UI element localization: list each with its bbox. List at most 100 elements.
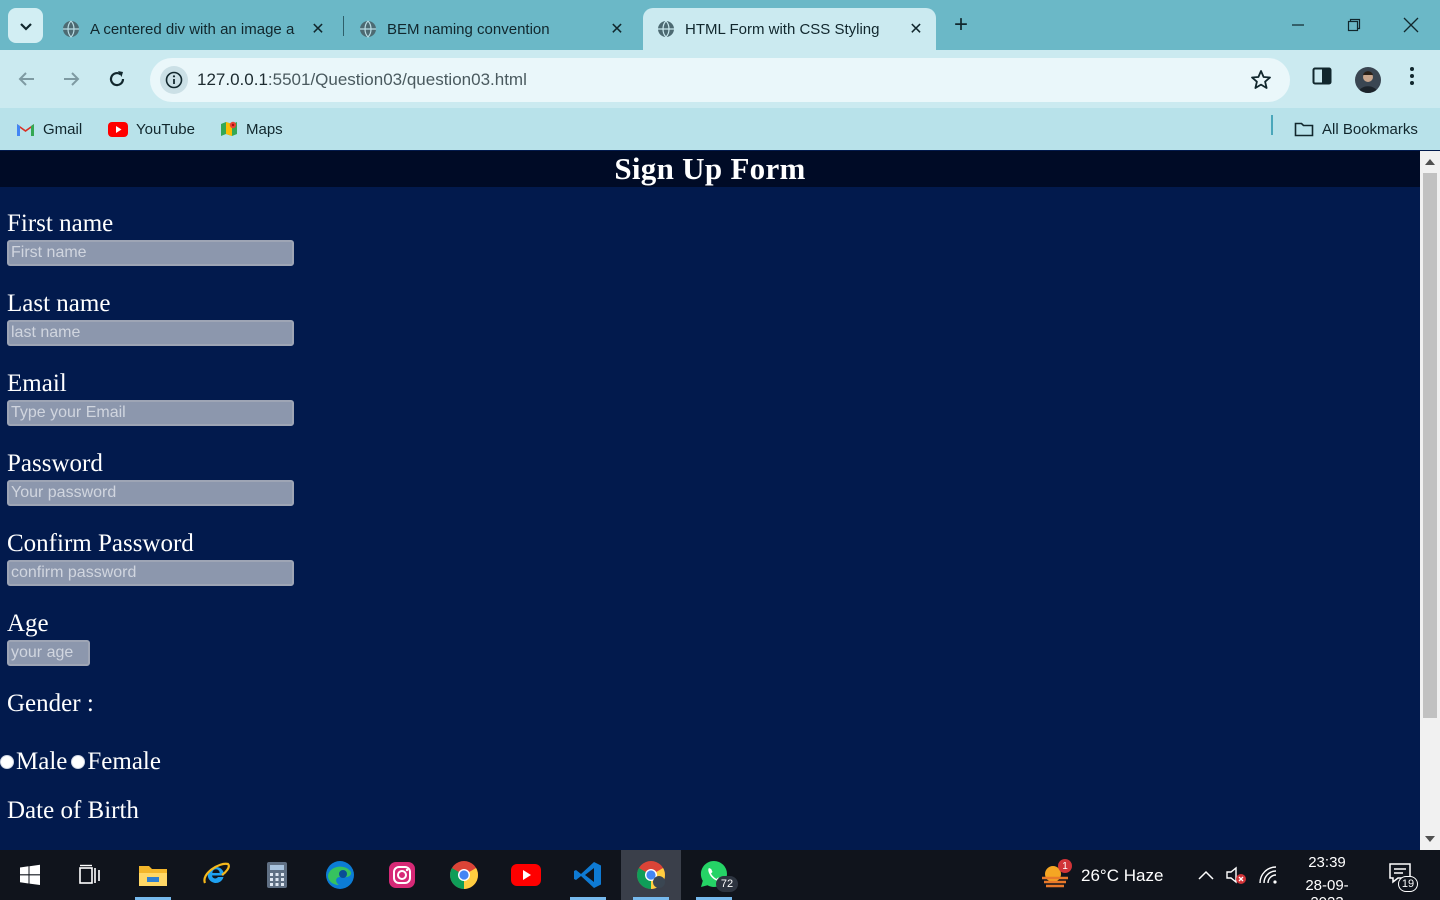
taskbar-chrome-profile[interactable]: [621, 850, 681, 900]
tab-title: A centered div with an image a: [90, 20, 295, 38]
chrome-icon: [450, 861, 478, 889]
volume-muted-icon[interactable]: [1225, 865, 1247, 885]
female-radio-label: Female: [87, 748, 161, 775]
tab-title: BEM naming convention: [387, 20, 550, 38]
scroll-down-arrow[interactable]: [1425, 836, 1435, 842]
tab-search-button[interactable]: [8, 8, 43, 43]
bookmarks-bar: Gmail YouTube Maps All Bookmarks: [0, 108, 1440, 150]
tab-html-form[interactable]: HTML Form with CSS Styling ✕: [643, 8, 936, 50]
url-path: :5501/Question03/question03.html: [267, 70, 527, 89]
arrow-right-icon: [64, 72, 80, 86]
bookmark-label: Gmail: [43, 120, 83, 138]
gender-label: Gender :: [7, 690, 94, 717]
taskbar-edge[interactable]: [310, 850, 370, 900]
page-title: Sign Up Form: [614, 151, 806, 186]
taskbar-file-explorer[interactable]: [123, 850, 183, 900]
chevron-up-icon[interactable]: [1198, 868, 1214, 882]
start-button[interactable]: [0, 850, 60, 900]
confirm-password-label: Confirm Password: [7, 530, 194, 557]
url-text[interactable]: 127.0.0.1:5501/Question03/question03.htm…: [197, 70, 527, 90]
profile-avatar[interactable]: [1355, 67, 1381, 93]
reload-button[interactable]: [100, 62, 134, 96]
edge-icon: [326, 861, 354, 889]
bookmark-gmail[interactable]: Gmail: [16, 117, 82, 141]
tab-title: HTML Form with CSS Styling: [685, 20, 880, 38]
gmail-icon: [17, 123, 34, 136]
scroll-thumb[interactable]: [1423, 173, 1437, 718]
close-window-button[interactable]: [1383, 0, 1439, 50]
tab-bem[interactable]: BEM naming convention ✕: [345, 8, 637, 50]
close-icon[interactable]: ✕: [605, 17, 629, 41]
url-host: 127.0.0.1: [197, 70, 268, 89]
wifi-icon[interactable]: [1258, 866, 1278, 884]
close-icon[interactable]: ✕: [306, 17, 330, 41]
last-name-input[interactable]: [7, 320, 294, 346]
taskbar-internet-explorer[interactable]: [186, 850, 246, 900]
bookmarks-separator: [1271, 115, 1273, 135]
female-radio[interactable]: [71, 755, 86, 769]
site-info-icon[interactable]: [160, 66, 188, 94]
instagram-icon: [389, 862, 415, 888]
close-icon: [1403, 17, 1419, 33]
bookmark-label: Maps: [246, 120, 283, 138]
new-tab-button[interactable]: +: [946, 10, 976, 40]
calculator-icon: [267, 862, 287, 888]
first-name-label: First name: [7, 210, 114, 237]
notification-center-button[interactable]: 19: [1388, 862, 1418, 892]
forward-button[interactable]: [54, 62, 88, 96]
password-input[interactable]: [7, 480, 294, 506]
weather-widget[interactable]: 1: [1040, 859, 1072, 895]
bookmark-youtube[interactable]: YouTube: [108, 117, 195, 141]
globe-icon: [360, 20, 376, 38]
back-button[interactable]: [10, 62, 44, 96]
bookmark-star-icon[interactable]: [1250, 69, 1272, 91]
restore-icon: [1347, 18, 1361, 32]
taskbar-chrome[interactable]: [434, 850, 494, 900]
page-scrollbar[interactable]: [1420, 151, 1440, 850]
task-view-icon: [79, 864, 100, 884]
weather-text[interactable]: 26°C Haze: [1081, 866, 1163, 886]
notification-count: 19: [1398, 876, 1418, 892]
clock-date[interactable]: 28-09-2023: [1290, 877, 1364, 900]
chrome-icon: [637, 861, 665, 889]
tab-strip: A centered div with an image a ✕ BEM nam…: [0, 0, 1440, 50]
task-view-button[interactable]: [60, 850, 120, 900]
taskbar-vscode[interactable]: [558, 850, 618, 900]
maps-icon: [221, 121, 237, 136]
more-menu-icon[interactable]: [1404, 66, 1420, 86]
folder-icon: [139, 866, 167, 886]
tab-separator: [343, 16, 344, 36]
side-panel-icon[interactable]: [1312, 66, 1332, 86]
confirm-password-input[interactable]: [7, 560, 294, 586]
dob-label: Date of Birth: [7, 797, 139, 824]
weather-alert-badge: 1: [1058, 859, 1072, 873]
globe-icon: [63, 20, 79, 38]
all-bookmarks-button[interactable]: All Bookmarks: [1294, 117, 1418, 141]
taskbar-whatsapp[interactable]: 72: [684, 850, 744, 900]
reload-icon: [109, 71, 125, 87]
email-input[interactable]: [7, 400, 294, 426]
bookmark-maps[interactable]: Maps: [220, 117, 283, 141]
chevron-down-icon: [19, 22, 32, 31]
address-bar[interactable]: 127.0.0.1:5501/Question03/question03.htm…: [150, 58, 1290, 102]
close-icon[interactable]: ✕: [904, 17, 928, 41]
restore-button[interactable]: [1326, 0, 1382, 50]
taskbar-instagram[interactable]: [372, 850, 432, 900]
youtube-icon: [511, 864, 541, 886]
gender-options: Male Female: [0, 747, 161, 777]
page-header: Sign Up Form: [0, 151, 1420, 187]
taskbar-calculator[interactable]: [247, 850, 307, 900]
male-radio[interactable]: [0, 755, 14, 769]
scroll-up-arrow[interactable]: [1425, 159, 1435, 165]
age-input[interactable]: [7, 640, 90, 666]
clock-time[interactable]: 23:39: [1290, 854, 1364, 871]
first-name-input[interactable]: [7, 240, 294, 266]
windows-icon: [20, 864, 40, 885]
taskbar-youtube[interactable]: [496, 850, 556, 900]
age-label: Age: [7, 610, 49, 637]
email-label: Email: [7, 370, 67, 397]
minimize-button[interactable]: [1270, 0, 1326, 50]
tab-centered-div[interactable]: A centered div with an image a ✕: [48, 8, 338, 50]
internet-explorer-icon: [203, 862, 230, 884]
whatsapp-badge: 72: [716, 876, 738, 892]
